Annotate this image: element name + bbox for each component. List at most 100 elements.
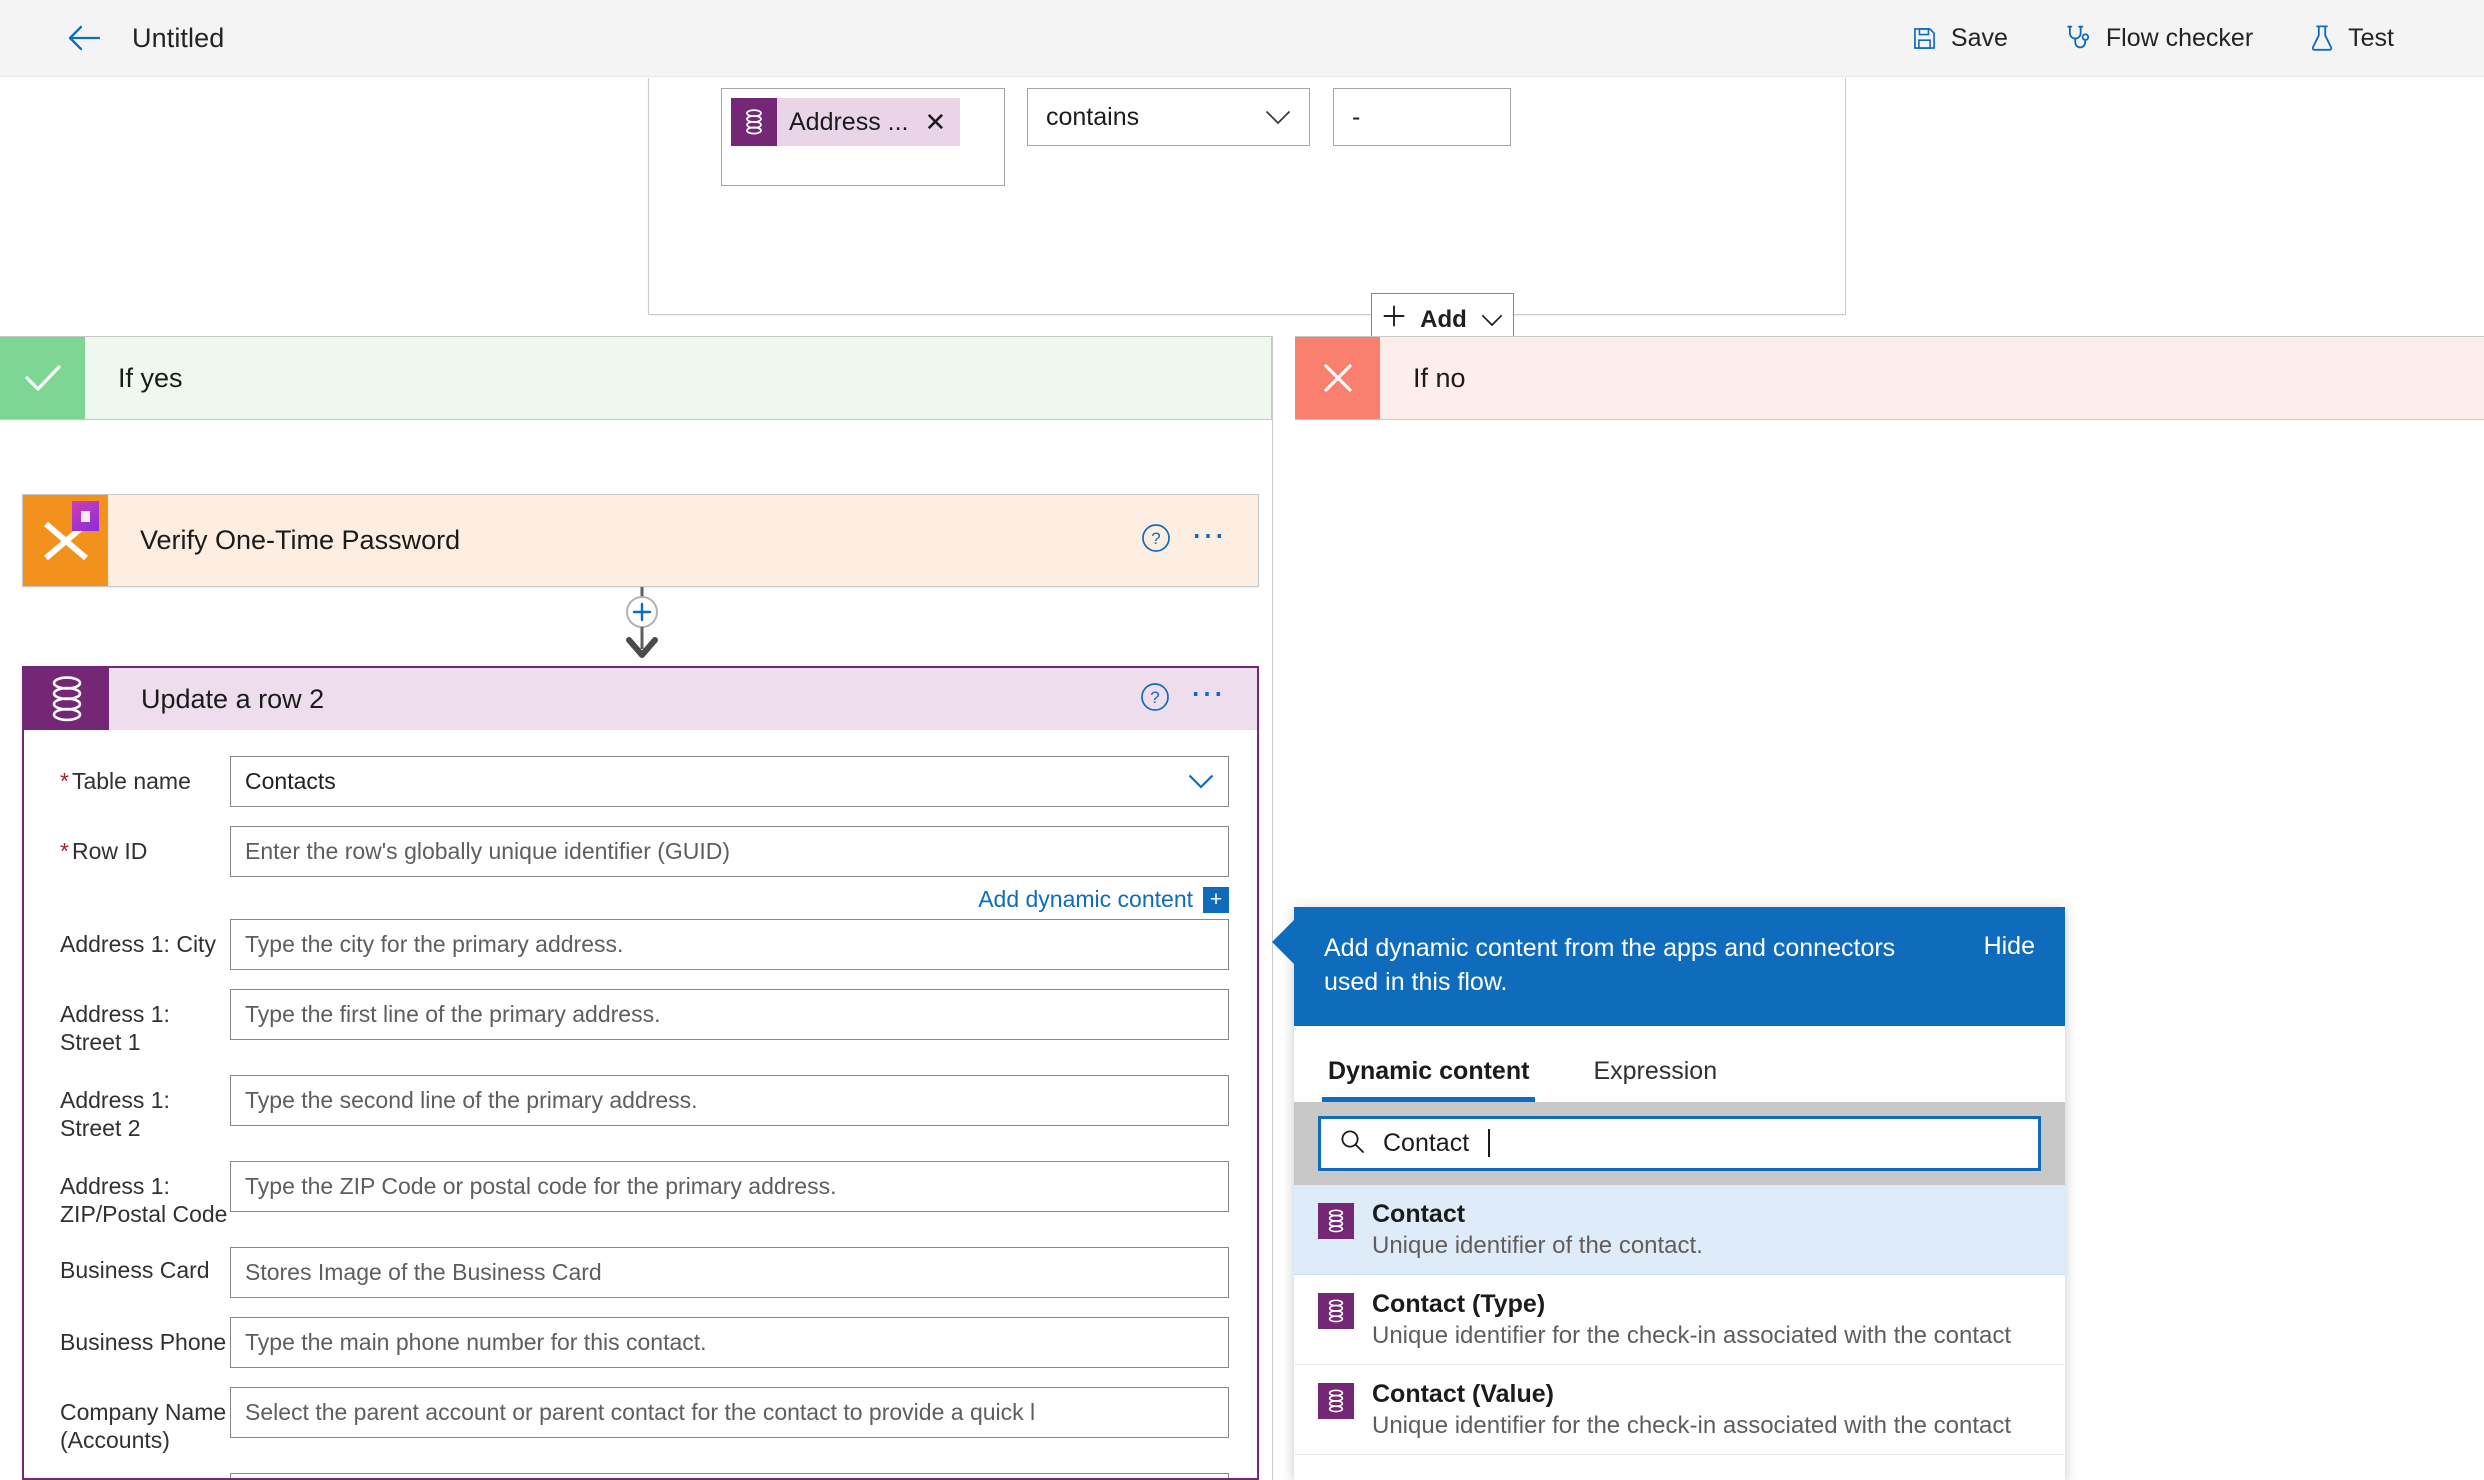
condition-row: Address ... ✕ contains - (721, 88, 1511, 186)
dataverse-icon (24, 668, 109, 730)
field-control: Type the ZIP Code or postal code for the… (230, 1161, 1229, 1213)
field-control: Enter the row's globally unique identifi… (230, 826, 1229, 917)
dynamic-content-hide-button[interactable]: Hide (1964, 932, 2035, 961)
save-icon (1911, 25, 1938, 52)
row-id-input[interactable]: Enter the row's globally unique identifi… (230, 826, 1229, 877)
field-label: Address 1: City (60, 931, 216, 957)
field-label: Business Card (60, 1257, 210, 1284)
company-name-input[interactable]: Select the parent account or parent cont… (230, 1473, 1229, 1478)
field-address1-street2: Address 1: Street 2 Type the second line… (60, 1075, 1229, 1142)
command-bar-actions: Save Flow checker Test (1893, 16, 2484, 61)
address1-city-input[interactable]: Type the city for the primary address. (230, 919, 1229, 970)
field-control: Select the parent account or parent cont… (230, 1473, 1229, 1478)
help-icon[interactable]: ? (1140, 682, 1170, 717)
list-item[interactable]: Contact (Type) Unique identifier for the… (1294, 1275, 2065, 1365)
search-icon (1339, 1128, 1365, 1159)
field-row-id: * Row ID Enter the row's globally unique … (60, 826, 1229, 917)
condition-value-text: - (1352, 102, 1361, 131)
address1-zip-input[interactable]: Type the ZIP Code or postal code for the… (230, 1161, 1229, 1213)
dataverse-icon (1318, 1382, 1354, 1419)
tab-expression[interactable]: Expression (1587, 1057, 1723, 1102)
close-icon (1295, 337, 1380, 419)
condition-operator-select[interactable]: contains (1027, 88, 1310, 146)
flow-checker-button-label: Flow checker (2105, 23, 2254, 52)
field-label: Company Name (Accounts) (60, 1399, 227, 1454)
field-label: Business Phone (60, 1329, 227, 1356)
chevron-down-icon (1265, 103, 1291, 132)
field-address1-zip: Address 1: ZIP/Postal Code Type the ZIP … (60, 1161, 1229, 1228)
insert-step-connector[interactable] (602, 587, 682, 667)
business-phone-placeholder: Type the main phone number for this cont… (245, 1329, 707, 1356)
condition-left-operand[interactable]: Address ... ✕ (721, 88, 1005, 186)
address1-street2-placeholder: Type the second line of the primary addr… (245, 1087, 698, 1114)
condition-value-input[interactable]: - (1333, 88, 1511, 146)
dynamic-content-search-input[interactable]: Contact (1318, 1115, 2041, 1171)
svg-text:?: ? (1150, 688, 1159, 707)
back-arrow-icon[interactable] (62, 16, 106, 60)
dynamic-content-banner-text: Add dynamic content from the apps and co… (1324, 934, 1896, 996)
table-name-value: Contacts (245, 768, 336, 794)
condition-panel: Address ... ✕ contains - Add (648, 78, 1846, 346)
dynamic-content-tabs: Dynamic content Expression (1294, 1025, 2065, 1102)
business-card-placeholder: Stores Image of the Business Card (245, 1259, 602, 1286)
list-item-text: Contact (Type) Unique identifier for the… (1372, 1289, 2011, 1351)
field-address1-street1: Address 1: Street 1 Type the first line … (60, 989, 1229, 1056)
field-table-name: * Table name Contacts (60, 756, 1229, 807)
branch-if-no-header: If no (1295, 336, 2484, 420)
list-item[interactable]: Contact Unique identifier of the contact… (1294, 1184, 2065, 1275)
business-card-input[interactable]: Stores Image of the Business Card (230, 1247, 1229, 1299)
panel-beak (1272, 920, 1294, 964)
field-control: Type the second line of the primary addr… (230, 1075, 1229, 1127)
flow-title[interactable]: Untitled (132, 23, 224, 54)
address1-city-placeholder: Type the city for the primary address. (245, 931, 624, 957)
add-dynamic-content-link[interactable]: Add dynamic content + (230, 886, 1229, 913)
flow-designer-canvas: Untitled Save Flow checker Test Address … (0, 0, 2484, 1480)
help-icon[interactable]: ? (1141, 523, 1171, 558)
text-caret (1488, 1129, 1491, 1157)
address1-street1-placeholder: Type the first line of the primary addre… (245, 1001, 661, 1027)
flow-checker-button[interactable]: Flow checker (2046, 16, 2271, 61)
field-label: * Row ID (60, 838, 148, 864)
field-control: Select the parent account or parent cont… (230, 1387, 1229, 1439)
field-address1-city: Address 1: City Type the city for the pr… (60, 919, 1229, 970)
table-name-select[interactable]: Contacts (230, 756, 1229, 807)
dynamic-content-token[interactable]: Address ... ✕ (731, 98, 961, 146)
verify-otp-more-menu[interactable]: ⋯ (1191, 519, 1228, 563)
add-dynamic-content-plus-icon[interactable]: + (1203, 886, 1229, 913)
dynamic-content-banner: Add dynamic content from the apps and co… (1294, 907, 2065, 1026)
required-asterisk: * (60, 838, 69, 864)
update-row-more-menu[interactable]: ⋯ (1190, 677, 1227, 721)
add-condition-label: Add (1420, 305, 1467, 333)
branch-if-yes-label: If yes (118, 362, 183, 393)
test-button[interactable]: Test (2291, 16, 2412, 61)
plus-icon (1382, 304, 1406, 335)
dynamic-content-results-list: Contact Unique identifier of the contact… (1294, 1184, 2065, 1455)
tab-dynamic-content[interactable]: Dynamic content (1322, 1057, 1536, 1102)
verify-otp-action-card[interactable]: Verify One-Time Password ? ⋯ (22, 494, 1259, 587)
business-phone-input[interactable]: Type the main phone number for this cont… (230, 1317, 1229, 1369)
list-item-text: Contact (Value) Unique identifier for th… (1372, 1379, 2011, 1441)
field-label: Address 1: ZIP/Postal Code (60, 1173, 228, 1228)
chevron-down-icon (1188, 768, 1214, 795)
field-label: * Table name (60, 768, 191, 794)
update-row-card-header: Update a row 2 ? ⋯ (24, 668, 1257, 730)
address1-zip-placeholder: Type the ZIP Code or postal code for the… (245, 1173, 837, 1200)
list-item-description: Unique identifier of the contact. (1372, 1231, 1703, 1259)
update-row-card-title: Update a row 2 (141, 683, 325, 714)
save-button[interactable]: Save (1893, 16, 2026, 61)
company-name-accounts-input[interactable]: Select the parent account or parent cont… (230, 1387, 1229, 1439)
field-label: Address 1: Street 2 (60, 1087, 170, 1142)
token-remove-icon[interactable]: ✕ (925, 109, 947, 135)
branch-if-yes-header: If yes (0, 336, 1272, 420)
list-item[interactable]: Contact (Value) Unique identifier for th… (1294, 1365, 2065, 1455)
update-row-action-card[interactable]: Update a row 2 ? ⋯ *Table name Contacts (22, 666, 1259, 1480)
field-label: Company Name (60, 1473, 230, 1478)
add-dynamic-content-label: Add dynamic content (978, 886, 1193, 912)
address1-street1-input[interactable]: Type the first line of the primary addre… (230, 989, 1229, 1040)
list-item-title: Contact (Value) (1372, 1379, 1554, 1408)
dataverse-icon (731, 98, 777, 146)
address1-street2-input[interactable]: Type the second line of the primary addr… (230, 1075, 1229, 1127)
field-company-name: Company Name Select the parent account o… (60, 1473, 1229, 1478)
list-item-text: Contact Unique identifier of the contact… (1372, 1199, 1703, 1261)
update-row-card-actions: ? ⋯ (1140, 668, 1257, 730)
